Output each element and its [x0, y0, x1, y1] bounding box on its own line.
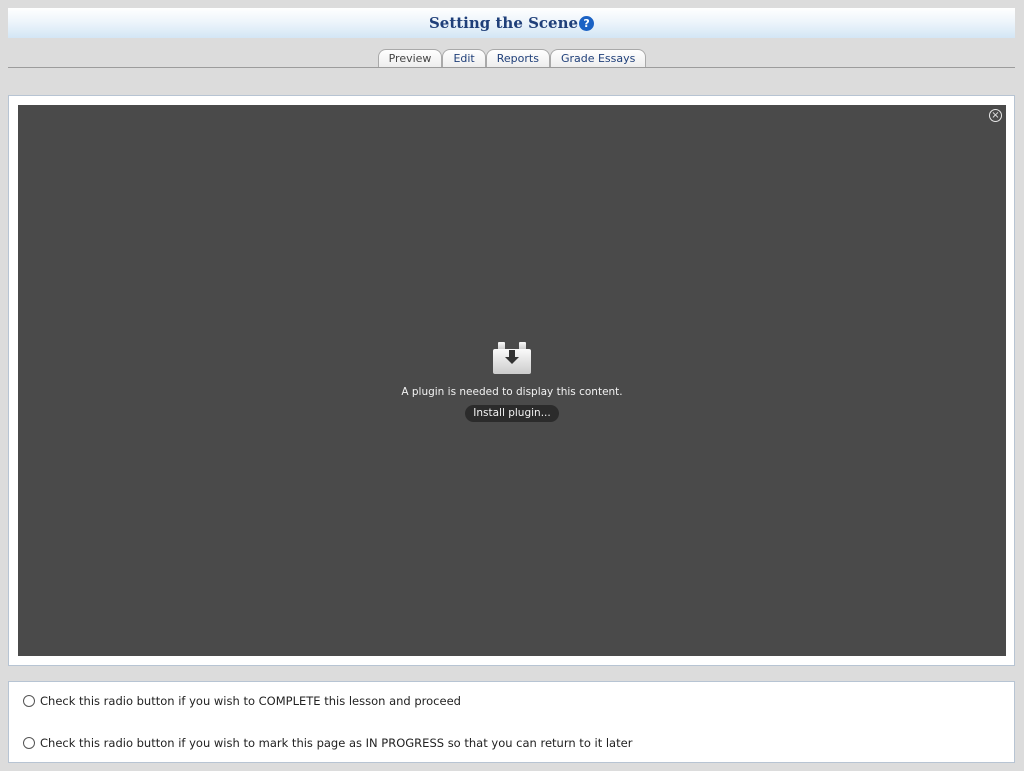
in-progress-label: Check this radio button if you wish to m… — [40, 736, 633, 750]
install-plugin-button[interactable]: Install plugin... — [465, 405, 559, 422]
page-header: Setting the Scene? — [8, 8, 1015, 38]
tab-reports[interactable]: Reports — [485, 49, 550, 68]
tab-divider — [8, 67, 1015, 68]
plugin-placeholder: × A plugin is needed to display this con… — [18, 105, 1006, 656]
complete-option[interactable]: Check this radio button if you wish to C… — [23, 693, 461, 709]
plugin-notice: A plugin is needed to display this conte… — [18, 342, 1006, 422]
tab-edit[interactable]: Edit — [442, 49, 486, 68]
in-progress-option[interactable]: Check this radio button if you wish to m… — [23, 735, 632, 751]
tab-bar: Preview Edit Reports Grade Essays — [0, 49, 1024, 69]
in-progress-radio[interactable] — [23, 736, 35, 749]
page-title: Setting the Scene — [428, 14, 579, 32]
content-panel: × A plugin is needed to display this con… — [8, 95, 1015, 666]
complete-label: Check this radio button if you wish to C… — [40, 694, 461, 708]
plugin-download-icon — [493, 342, 531, 374]
help-icon[interactable]: ? — [579, 15, 595, 31]
tab-grade-essays[interactable]: Grade Essays — [549, 49, 647, 68]
close-icon[interactable]: × — [989, 109, 1002, 122]
plugin-message: A plugin is needed to display this conte… — [401, 386, 623, 398]
tab-preview[interactable]: Preview — [377, 49, 443, 68]
completion-options: Check this radio button if you wish to C… — [8, 681, 1015, 763]
complete-radio[interactable] — [23, 694, 35, 707]
